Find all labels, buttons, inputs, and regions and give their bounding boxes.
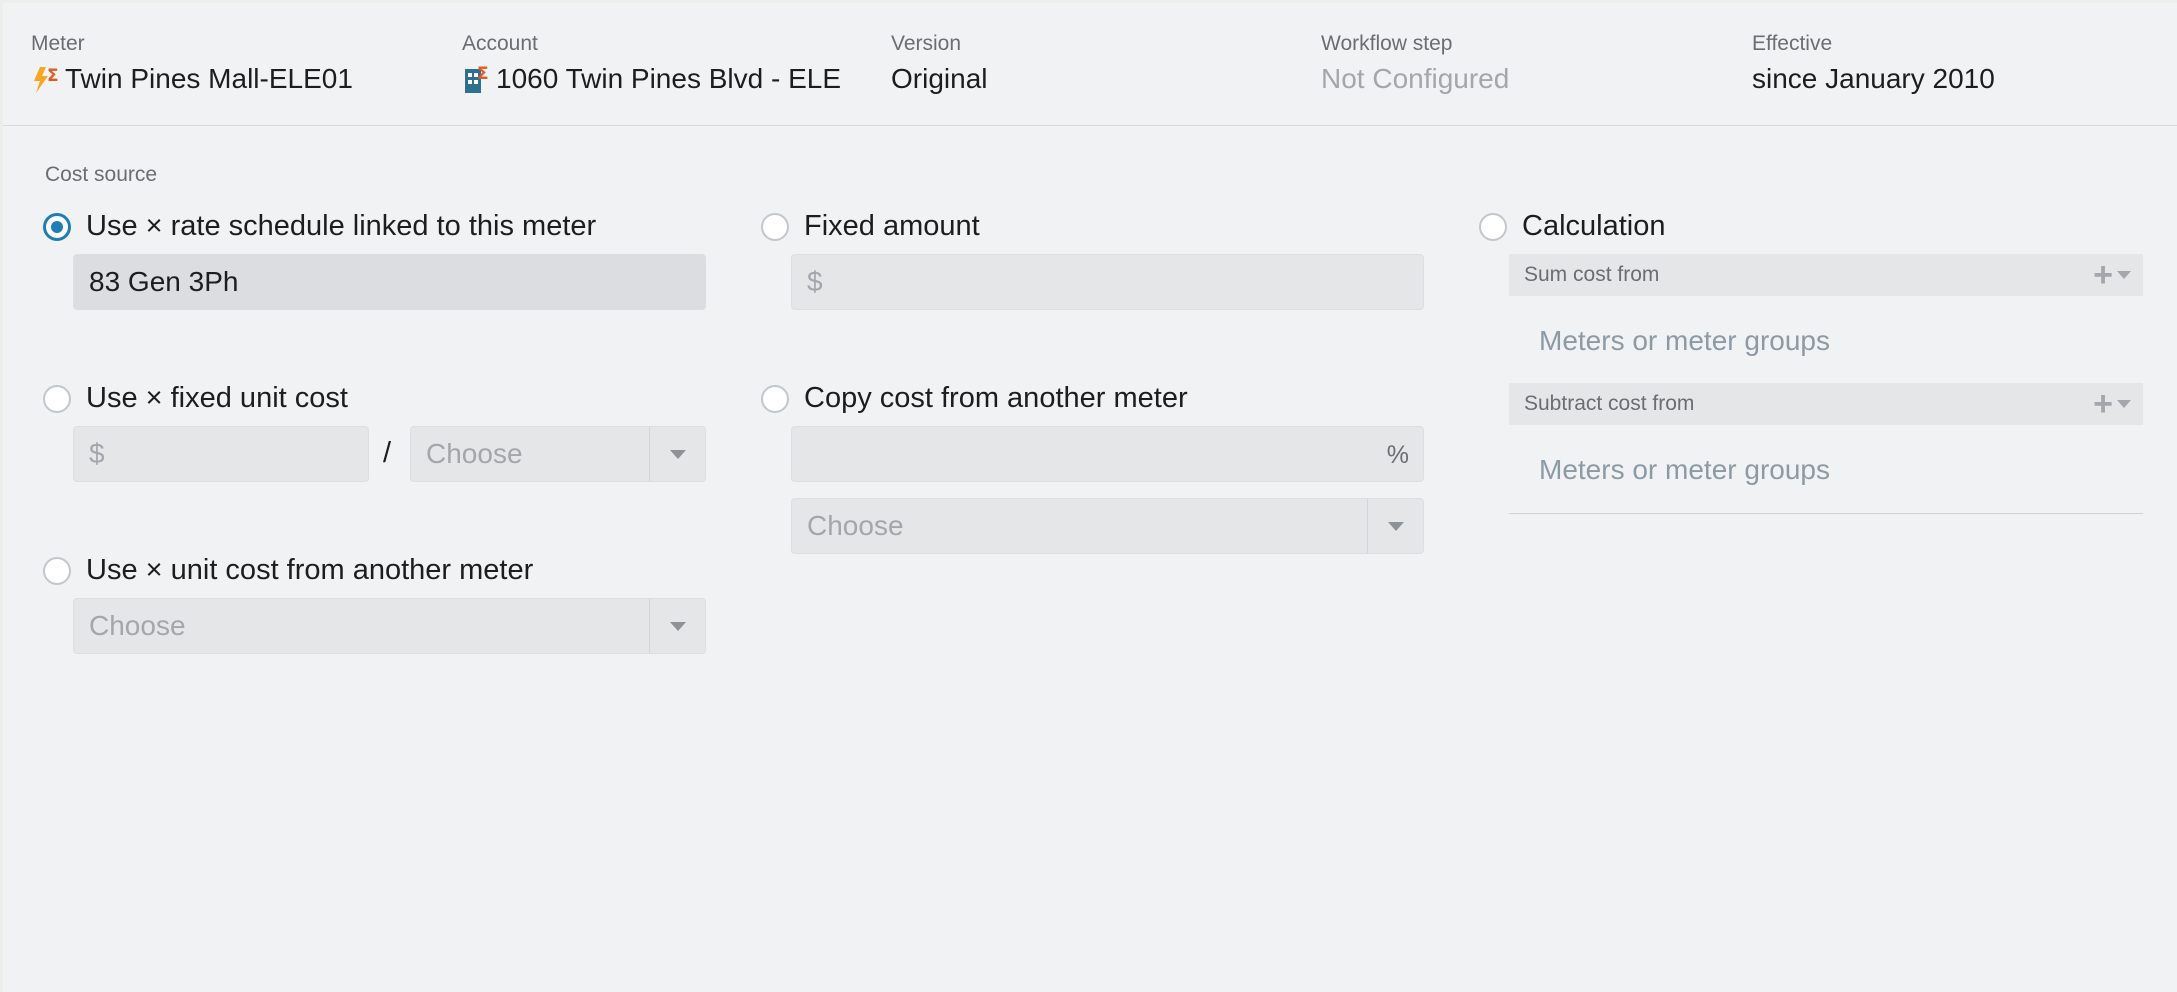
- subtract-meters-placeholder[interactable]: Meters or meter groups: [1539, 454, 1830, 486]
- effective-value: since January 2010: [1752, 63, 1995, 94]
- version-info: Version Original: [891, 31, 987, 98]
- subtract-add-button[interactable]: +: [2093, 385, 2131, 423]
- meter-label: Meter: [31, 32, 85, 55]
- unit-cost-meter-placeholder: Choose: [89, 610, 186, 641]
- radio-rate-schedule[interactable]: [43, 212, 71, 241]
- copy-cost-meter-dropdown-toggle[interactable]: [1367, 499, 1423, 553]
- workflow-info: Workflow step Not Configured: [1321, 31, 1509, 98]
- account-label: Account: [462, 32, 538, 55]
- copy-cost-meter-placeholder: Choose: [807, 510, 904, 541]
- sum-cost-label: Sum cost from: [1524, 263, 1660, 286]
- calculation-divider: [1509, 513, 2143, 514]
- fixed-unit-cost-label: Use × fixed unit cost: [86, 382, 348, 414]
- option-fixed-amount[interactable]: Fixed amount: [761, 210, 980, 243]
- version-label: Version: [891, 32, 962, 55]
- rate-schedule-value: 83 Gen 3Ph: [89, 266, 239, 297]
- option-fixed-unit-cost[interactable]: Use × fixed unit cost: [43, 382, 348, 415]
- option-rate-schedule[interactable]: Use × rate schedule linked to this meter: [43, 210, 596, 243]
- account-name[interactable]: 1060 Twin Pines Blvd - ELE: [496, 60, 841, 98]
- fixed-amount-placeholder: $: [807, 266, 823, 297]
- chevron-down-icon: [2117, 400, 2131, 408]
- copy-cost-label: Copy cost from another meter: [804, 382, 1188, 414]
- effective-label: Effective: [1752, 32, 1833, 55]
- copy-cost-meter-select[interactable]: Choose: [791, 498, 1424, 554]
- unit-select-placeholder: Choose: [426, 438, 523, 469]
- option-calculation[interactable]: Calculation: [1479, 210, 1665, 243]
- chevron-down-icon: [669, 449, 686, 459]
- version-value: Original: [891, 63, 988, 94]
- radio-unit-cost-other-meter[interactable]: [43, 556, 71, 585]
- cost-source-panel: Meter Σ Twin Pines Mall-ELE01 Account Σ …: [3, 3, 2177, 992]
- plus-icon: +: [2093, 256, 2113, 294]
- radio-fixed-unit-cost[interactable]: [43, 384, 71, 413]
- effective-info: Effective since January 2010: [1752, 31, 1995, 98]
- subtract-cost-header: Subtract cost from +: [1509, 383, 2143, 425]
- unit-cost-other-meter-label: Use × unit cost from another meter: [86, 554, 534, 586]
- sum-cost-header: Sum cost from +: [1509, 254, 2143, 296]
- unit-select[interactable]: Choose: [410, 426, 706, 482]
- workflow-value: Not Configured: [1321, 63, 1510, 94]
- cost-source-label: Cost source: [45, 163, 158, 186]
- subtract-cost-label: Subtract cost from: [1524, 392, 1695, 415]
- meter-info: Meter Σ Twin Pines Mall-ELE01: [31, 31, 353, 98]
- chevron-down-icon: [669, 621, 686, 631]
- radio-copy-cost[interactable]: [761, 384, 789, 413]
- unit-cost-meter-dropdown-toggle[interactable]: [649, 599, 705, 653]
- percent-suffix: %: [1386, 441, 1409, 469]
- account-info: Account Σ 1060 Twin Pines Blvd - ELE: [462, 31, 841, 98]
- unit-separator: /: [383, 437, 392, 469]
- fixed-amount-input[interactable]: $: [791, 254, 1424, 310]
- chevron-down-icon: [2117, 271, 2131, 279]
- sum-add-button[interactable]: +: [2093, 256, 2131, 294]
- building-account-icon: Σ: [462, 63, 492, 95]
- rate-schedule-field[interactable]: 83 Gen 3Ph: [73, 254, 706, 310]
- fixed-amount-label: Fixed amount: [804, 210, 980, 242]
- unit-cost-amount-placeholder: $: [89, 438, 105, 469]
- meter-header: Meter Σ Twin Pines Mall-ELE01 Account Σ …: [3, 3, 2177, 126]
- workflow-label: Workflow step: [1321, 32, 1453, 55]
- electric-meter-icon: Σ: [31, 63, 61, 95]
- unit-cost-meter-select[interactable]: Choose: [73, 598, 706, 654]
- meter-name[interactable]: Twin Pines Mall-ELE01: [65, 60, 353, 98]
- chevron-down-icon: [1387, 521, 1404, 531]
- plus-icon: +: [2093, 385, 2113, 423]
- option-copy-cost[interactable]: Copy cost from another meter: [761, 382, 1188, 415]
- copy-cost-percent-input[interactable]: %: [791, 426, 1424, 482]
- radio-fixed-amount[interactable]: [761, 212, 789, 241]
- option-unit-cost-other-meter[interactable]: Use × unit cost from another meter: [43, 554, 533, 587]
- unit-dropdown-toggle[interactable]: [649, 427, 705, 481]
- svg-text:Σ: Σ: [477, 64, 489, 84]
- unit-cost-amount-input[interactable]: $: [73, 426, 369, 482]
- sum-meters-placeholder[interactable]: Meters or meter groups: [1539, 325, 1830, 357]
- rate-schedule-label: Use × rate schedule linked to this meter: [86, 210, 597, 242]
- calculation-label: Calculation: [1522, 210, 1666, 242]
- svg-text:Σ: Σ: [47, 66, 59, 86]
- radio-calculation[interactable]: [1479, 212, 1507, 241]
